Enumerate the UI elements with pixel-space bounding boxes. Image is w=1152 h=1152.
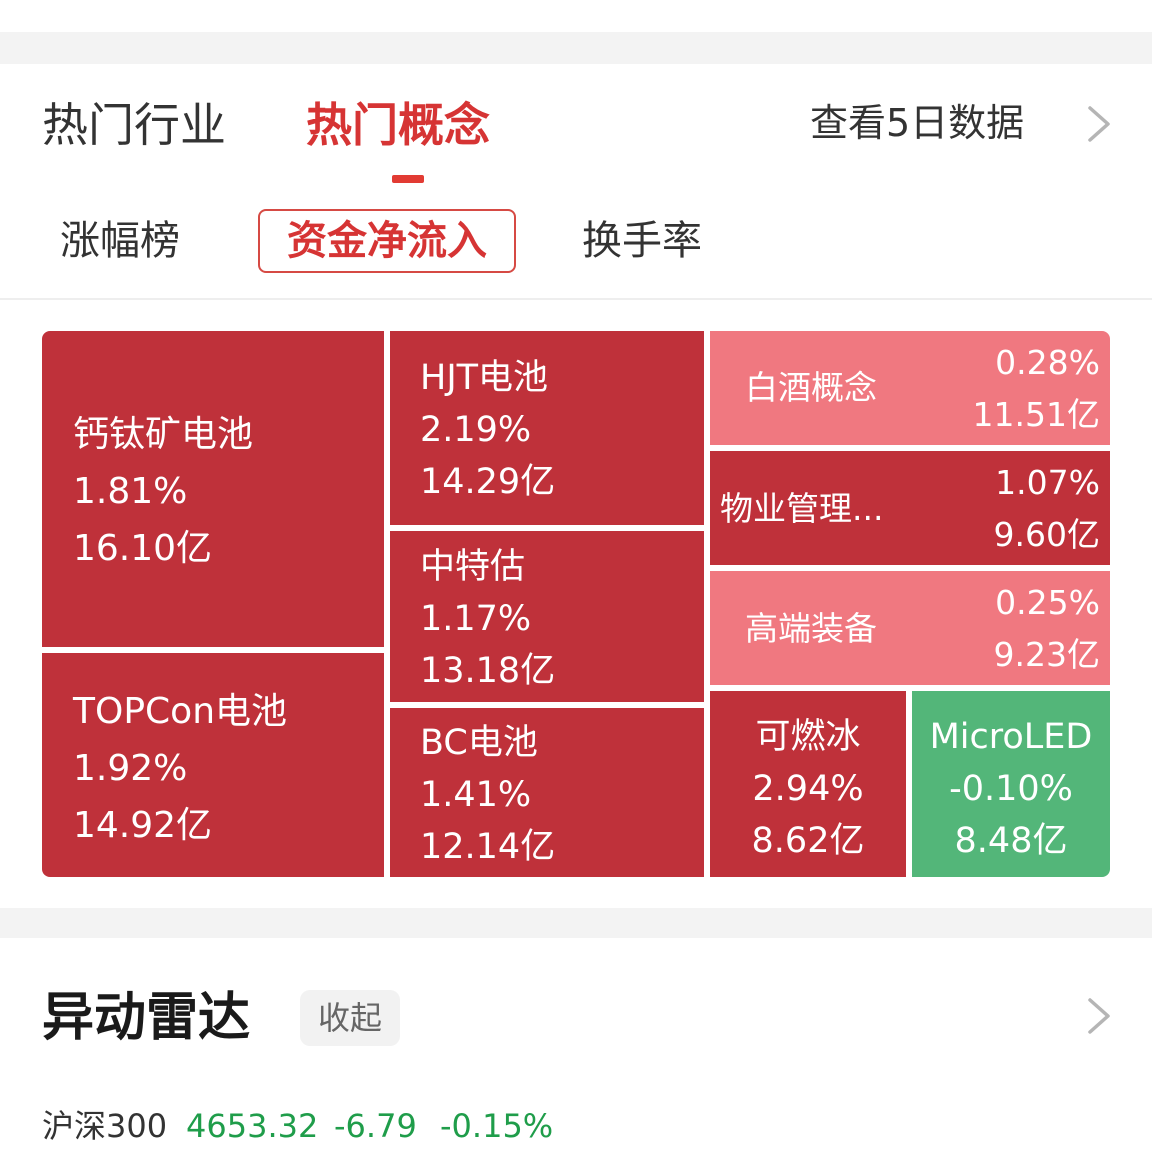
treemap-tile[interactable]: 可燃冰 2.94% 8.62亿 [710, 691, 906, 877]
tile-inflow: 13.18亿 [420, 651, 556, 691]
active-tab-indicator [392, 175, 424, 183]
subtab-turnover[interactable]: 换手率 [582, 211, 702, 271]
tile-change: 1.92% [73, 748, 188, 789]
treemap-tile[interactable]: 白酒概念 0.28% 11.51亿 [710, 331, 1110, 445]
tile-change: 2.94% [752, 769, 864, 809]
treemap-tile[interactable]: 钙钛矿电池 1.81% 16.10亿 [42, 331, 384, 647]
treemap-tile[interactable]: 物业管理... 1.07% 9.60亿 [710, 451, 1110, 565]
subtab-net-inflow[interactable]: 资金净流入 [258, 209, 516, 273]
tab-hot-industry[interactable]: 热门行业 [42, 95, 226, 155]
tab-hot-concept[interactable]: 热门概念 [306, 95, 490, 155]
tile-change: 1.41% [420, 775, 532, 815]
index-change: -6.79 [334, 1107, 417, 1145]
treemap-tile[interactable]: MicroLED -0.10% 8.48亿 [912, 691, 1110, 877]
collapse-button[interactable]: 收起 [300, 990, 400, 1046]
chevron-right-icon[interactable] [1084, 104, 1114, 144]
treemap-tile[interactable]: HJT电池 2.19% 14.29亿 [390, 331, 704, 525]
treemap-tile[interactable]: BC电池 1.41% 12.14亿 [390, 708, 704, 877]
treemap-tile[interactable]: 中特估 1.17% 13.18亿 [390, 531, 704, 702]
tile-change: 1.07% [995, 463, 1100, 502]
concept-treemap: 钙钛矿电池 1.81% 16.10亿 TOPCon电池 1.92% 14.92亿… [42, 331, 1110, 877]
middle-separator [0, 908, 1152, 938]
tile-inflow: 12.14亿 [420, 827, 556, 867]
tile-change: 1.81% [73, 471, 188, 512]
tile-change: 2.19% [420, 410, 532, 450]
index-price: 4653.32 [186, 1107, 319, 1145]
tile-name: 可燃冰 [755, 717, 861, 757]
radar-title: 异动雷达 [42, 988, 251, 1048]
tile-name: TOPCon电池 [73, 691, 288, 732]
tile-name: 高端装备 [745, 609, 877, 648]
view-5day-data-link[interactable]: 查看5日数据 [810, 98, 1024, 148]
top-separator [0, 32, 1152, 64]
tile-inflow: 9.23亿 [993, 635, 1100, 674]
divider [0, 298, 1152, 300]
tile-inflow: 16.10亿 [73, 528, 213, 569]
treemap-tile[interactable]: TOPCon电池 1.92% 14.92亿 [42, 653, 384, 877]
tile-name: MicroLED [929, 717, 1093, 757]
tile-change: 0.25% [995, 583, 1100, 622]
tile-name: 白酒概念 [745, 368, 877, 407]
tile-name: 钙钛矿电池 [73, 414, 254, 455]
tile-inflow: 9.60亿 [993, 515, 1100, 554]
tile-name: BC电池 [420, 723, 538, 763]
tile-change: 0.28% [995, 343, 1100, 382]
tile-change: -0.10% [949, 769, 1073, 809]
tile-inflow: 14.29亿 [420, 462, 556, 502]
treemap-tile[interactable]: 高端装备 0.25% 9.23亿 [710, 571, 1110, 685]
subtab-gainers[interactable]: 涨幅榜 [60, 211, 180, 271]
tile-inflow: 11.51亿 [972, 395, 1100, 434]
tile-name: 物业管理... [720, 489, 884, 528]
index-name: 沪深300 [42, 1107, 168, 1145]
tile-inflow: 14.92亿 [73, 805, 213, 846]
tile-change: 1.17% [420, 599, 532, 639]
tile-name: 中特估 [420, 547, 526, 587]
index-change-pct: -0.15% [440, 1107, 554, 1145]
tile-name: HJT电池 [420, 358, 549, 398]
chevron-right-icon[interactable] [1084, 996, 1114, 1036]
tile-inflow: 8.62亿 [751, 821, 865, 861]
tile-inflow: 8.48亿 [954, 821, 1068, 861]
